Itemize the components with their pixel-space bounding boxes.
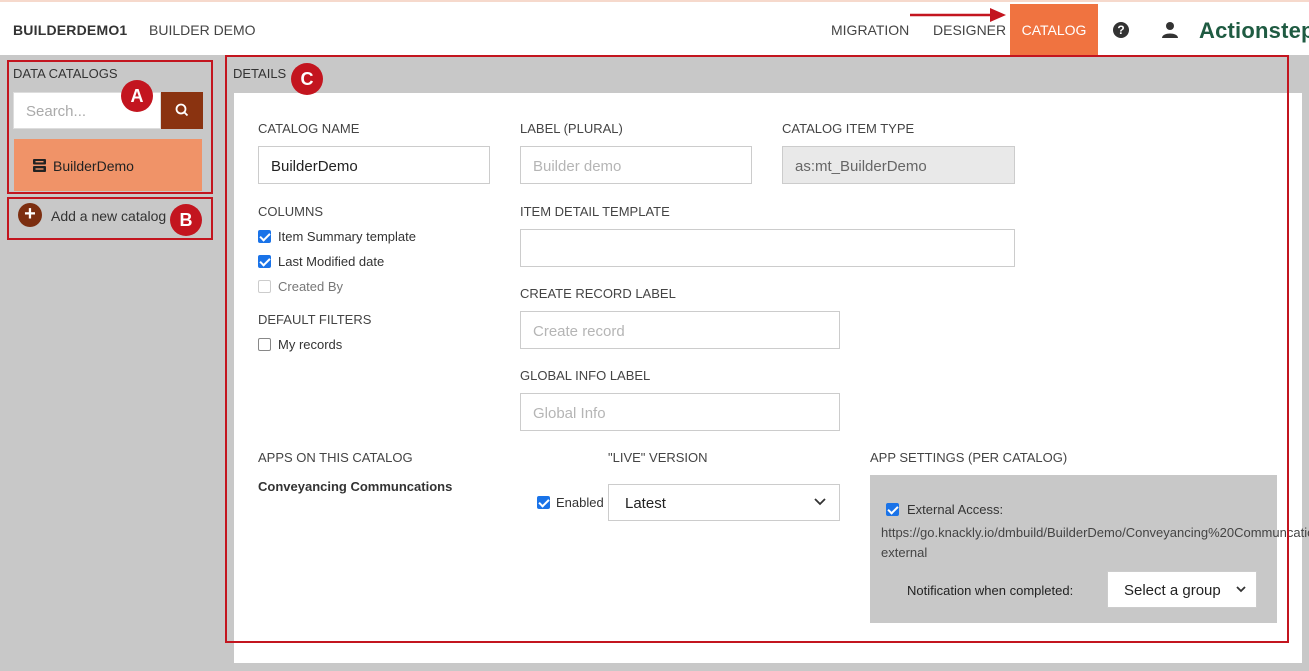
nav-migration[interactable]: MIGRATION [831, 22, 909, 38]
user-icon[interactable] [1161, 21, 1179, 39]
annotation-badge-c: C [291, 63, 323, 95]
top-bar: BUILDERDEMO1 BUILDER DEMO MIGRATION DESI… [0, 0, 1309, 56]
annotation-arrow-icon [910, 8, 1006, 22]
nav-designer[interactable]: DESIGNER [933, 22, 1006, 38]
app-name[interactable]: BUILDER DEMO [149, 22, 256, 38]
annotation-badge-b: B [170, 204, 202, 236]
actionstep-logo: Actionstep [1199, 18, 1309, 43]
annotation-badge-a: A [121, 80, 153, 112]
nav-catalog[interactable]: CATALOG [1010, 4, 1098, 56]
help-icon[interactable]: ? [1113, 22, 1129, 38]
annotation-box-c [225, 55, 1289, 643]
app-code[interactable]: BUILDERDEMO1 [13, 22, 127, 38]
annotation-box-a [7, 60, 213, 194]
